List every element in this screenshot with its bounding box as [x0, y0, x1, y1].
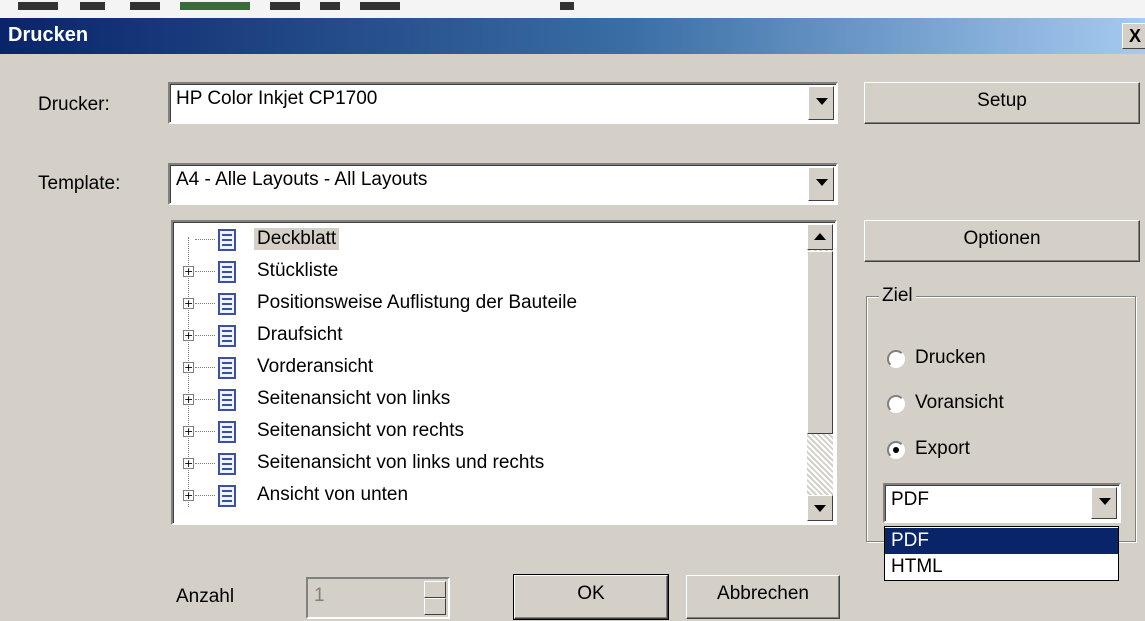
- chevron-down-icon: [1099, 498, 1111, 505]
- radio-print-label[interactable]: Drucken: [915, 347, 986, 369]
- tree-connector: [195, 335, 215, 336]
- radio-export[interactable]: [887, 441, 905, 459]
- document-icon: [218, 325, 236, 347]
- document-icon: [218, 357, 236, 379]
- chevron-down-icon: [816, 179, 828, 186]
- tree-item-label: Seitenansicht von rechts: [257, 420, 465, 441]
- radio-preview-label[interactable]: Voransicht: [915, 392, 1004, 414]
- tree-connector: [195, 271, 215, 272]
- export-format-list[interactable]: PDF HTML: [884, 526, 1119, 581]
- tree-item-label: Positionsweise Auflistung der Bauteile: [257, 292, 578, 313]
- tree-scrollbar[interactable]: [807, 224, 833, 521]
- tree-item-label: Deckblatt: [254, 228, 340, 250]
- options-button[interactable]: Optionen: [864, 220, 1140, 262]
- expand-icon[interactable]: +: [183, 330, 194, 341]
- tree-connector: [195, 239, 215, 240]
- printer-select[interactable]: HP Color Inkjet CP1700: [168, 82, 838, 124]
- document-icon: [218, 421, 236, 443]
- template-select[interactable]: A4 - Alle Layouts - All Layouts: [168, 163, 838, 205]
- export-format-value: PDF: [891, 489, 929, 510]
- tree-item-label: Seitenansicht von links und rechts: [257, 452, 545, 473]
- document-icon: [218, 293, 236, 315]
- expand-icon[interactable]: +: [183, 394, 194, 405]
- tree-item-label: Ansicht von unten: [257, 484, 409, 505]
- scroll-thumb[interactable]: [807, 251, 833, 434]
- format-option[interactable]: PDF: [885, 528, 1118, 554]
- layout-tree[interactable]: Deckblatt + Stückliste + Positionsweise …: [171, 220, 837, 525]
- document-icon: [218, 453, 236, 475]
- spin-up-button: [424, 581, 446, 598]
- window-title: Drucken: [8, 24, 89, 46]
- cancel-button[interactable]: Abbrechen: [686, 575, 840, 619]
- ok-button-label: OK: [577, 583, 605, 604]
- count-value: 1: [314, 585, 325, 606]
- arrow-up-icon: [814, 233, 826, 240]
- expand-icon[interactable]: +: [183, 362, 194, 373]
- chevron-down-icon: [816, 98, 828, 105]
- template-dropdown-button[interactable]: [808, 167, 834, 201]
- expand-icon[interactable]: +: [183, 458, 194, 469]
- spin-down-button: [424, 598, 446, 615]
- tree-item-label: Seitenansicht von links: [257, 388, 451, 409]
- tree-connector: [195, 495, 215, 496]
- tree-item-label: Vorderansicht: [257, 356, 374, 377]
- tree-item-label: Stückliste: [257, 260, 339, 281]
- print-dialog: Drucken X Drucker: HP Color Inkjet CP170…: [0, 18, 1145, 621]
- template-label: Template:: [38, 173, 121, 194]
- document-icon: [218, 485, 236, 507]
- expand-icon[interactable]: +: [183, 490, 194, 501]
- tree-connector: [195, 303, 215, 304]
- target-legend: Ziel: [879, 285, 916, 307]
- scroll-up-button[interactable]: [807, 224, 833, 250]
- radio-preview[interactable]: [887, 395, 905, 413]
- scroll-down-button[interactable]: [807, 495, 833, 521]
- radio-export-label[interactable]: Export: [915, 438, 970, 460]
- printer-label: Drucker:: [38, 94, 110, 115]
- printer-dropdown-button[interactable]: [808, 86, 834, 120]
- ok-button[interactable]: OK: [513, 574, 669, 620]
- setup-button-label: Setup: [977, 90, 1027, 111]
- options-button-label: Optionen: [963, 228, 1041, 249]
- spinner-buttons: [424, 581, 446, 615]
- close-button[interactable]: X: [1122, 23, 1145, 49]
- close-icon: X: [1129, 26, 1142, 46]
- expand-icon[interactable]: +: [183, 426, 194, 437]
- document-icon: [218, 389, 236, 411]
- printer-value: HP Color Inkjet CP1700: [176, 88, 378, 109]
- export-format-select[interactable]: PDF: [883, 483, 1121, 523]
- radio-print[interactable]: [887, 350, 905, 368]
- expand-icon[interactable]: +: [183, 266, 194, 277]
- template-value: A4 - Alle Layouts - All Layouts: [176, 169, 428, 190]
- title-bar: Drucken X: [0, 18, 1145, 54]
- cancel-button-label: Abbrechen: [717, 583, 809, 604]
- tree-item-label: Draufsicht: [257, 324, 343, 345]
- tree-connector: [195, 399, 215, 400]
- arrow-down-icon: [814, 505, 826, 512]
- tree-connector: [195, 463, 215, 464]
- document-icon: [218, 261, 236, 283]
- target-group: Ziel Drucken Voransicht Export PDF: [866, 285, 1136, 542]
- export-format-dropdown-button[interactable]: [1091, 487, 1117, 519]
- setup-button[interactable]: Setup: [864, 82, 1140, 124]
- expand-icon[interactable]: +: [183, 298, 194, 309]
- tree-connector: [195, 367, 215, 368]
- count-spinner: 1: [306, 577, 450, 619]
- document-icon: [218, 229, 236, 251]
- format-option[interactable]: HTML: [885, 554, 1118, 580]
- tree-connector: [195, 431, 215, 432]
- background-app-strip: [0, 0, 1145, 18]
- count-label: Anzahl: [176, 586, 235, 607]
